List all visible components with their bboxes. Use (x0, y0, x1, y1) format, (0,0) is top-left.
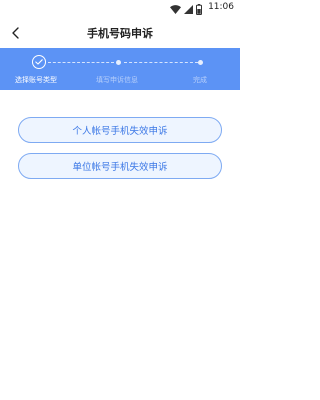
step-connector-2 (124, 62, 198, 63)
step-1-check (32, 55, 46, 69)
battery-icon (196, 3, 202, 15)
status-icons (170, 3, 202, 15)
title-bar: 手机号码申诉 (0, 18, 240, 48)
check-icon (35, 59, 43, 65)
step-3-dot (198, 60, 203, 65)
screen: 11:06 手机号码申诉 选择账号类型 填写申诉信息 完成 个人帐号手机失效申诉… (0, 0, 240, 400)
step-2-label: 填写申诉信息 (96, 76, 138, 84)
personal-account-appeal-button[interactable]: 个人帐号手机失效申诉 (18, 117, 222, 143)
step-connector-1 (48, 62, 114, 63)
step-2-dot (116, 60, 121, 65)
page-title: 手机号码申诉 (87, 27, 153, 40)
personal-account-appeal-label: 个人帐号手机失效申诉 (72, 126, 168, 137)
steps-progress: 选择账号类型 填写申诉信息 完成 (0, 48, 240, 90)
step-1-label: 选择账号类型 (15, 76, 57, 84)
signal-icon (184, 4, 193, 14)
step-3-label: 完成 (193, 76, 207, 84)
status-bar: 11:06 (0, 0, 240, 18)
wifi-icon (170, 4, 181, 14)
organization-account-appeal-button[interactable]: 单位帐号手机失效申诉 (18, 153, 222, 179)
status-time: 11:06 (208, 2, 234, 12)
organization-account-appeal-label: 单位帐号手机失效申诉 (72, 162, 168, 173)
